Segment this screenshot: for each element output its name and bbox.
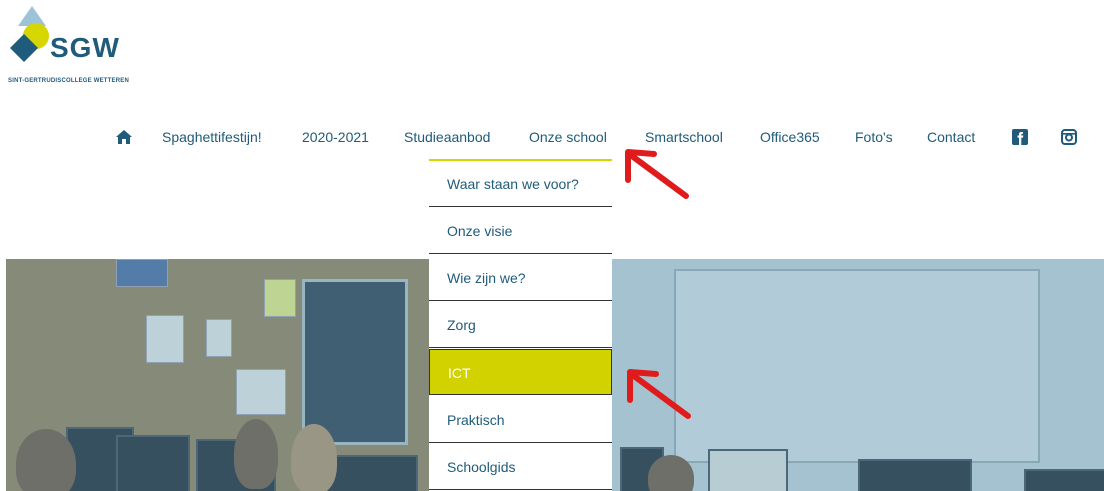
nav-item-fotos[interactable]: Foto's — [855, 126, 893, 148]
dropdown-item-onze-visie[interactable]: Onze visie — [429, 208, 612, 254]
home-icon[interactable] — [116, 130, 132, 144]
nav-item-office365[interactable]: Office365 — [760, 126, 820, 148]
nav-item-2020-2021[interactable]: 2020-2021 — [302, 126, 369, 148]
dropdown-item-waar-staan-we-voor[interactable]: Waar staan we voor? — [429, 161, 612, 207]
nav-item-spaghettifestijn[interactable]: Spaghettifestijn! — [162, 126, 262, 148]
main-navigation: Spaghettifestijn! 2020-2021 Studieaanbod… — [0, 126, 1104, 150]
dropdown-item-wie-zijn-we[interactable]: Wie zijn we? — [429, 255, 612, 301]
nav-item-smartschool[interactable]: Smartschool — [645, 126, 723, 148]
nav-item-studieaanbod[interactable]: Studieaanbod — [404, 126, 490, 148]
dropdown-item-ict[interactable]: ICT — [429, 349, 612, 395]
nav-item-contact[interactable]: Contact — [927, 126, 975, 148]
nav-item-onze-school[interactable]: Onze school — [529, 126, 607, 148]
dropdown-item-schoolgids[interactable]: Schoolgids — [429, 444, 612, 490]
onze-school-dropdown: Waar staan we voor? Onze visie Wie zijn … — [429, 161, 612, 491]
logo-subtitle: SINT-GERTRUDISCOLLEGE WETTEREN — [8, 78, 130, 84]
facebook-icon[interactable] — [1012, 129, 1028, 145]
dropdown-item-praktisch[interactable]: Praktisch — [429, 397, 612, 443]
annotation-arrow-icon — [627, 369, 691, 419]
site-logo[interactable]: SGW SINT-GERTRUDISCOLLEGE WETTEREN — [6, 6, 146, 90]
instagram-icon[interactable] — [1061, 129, 1077, 145]
dropdown-item-zorg[interactable]: Zorg — [429, 302, 612, 348]
annotation-arrow-icon — [625, 149, 689, 199]
logo-text: SGW — [50, 32, 120, 63]
